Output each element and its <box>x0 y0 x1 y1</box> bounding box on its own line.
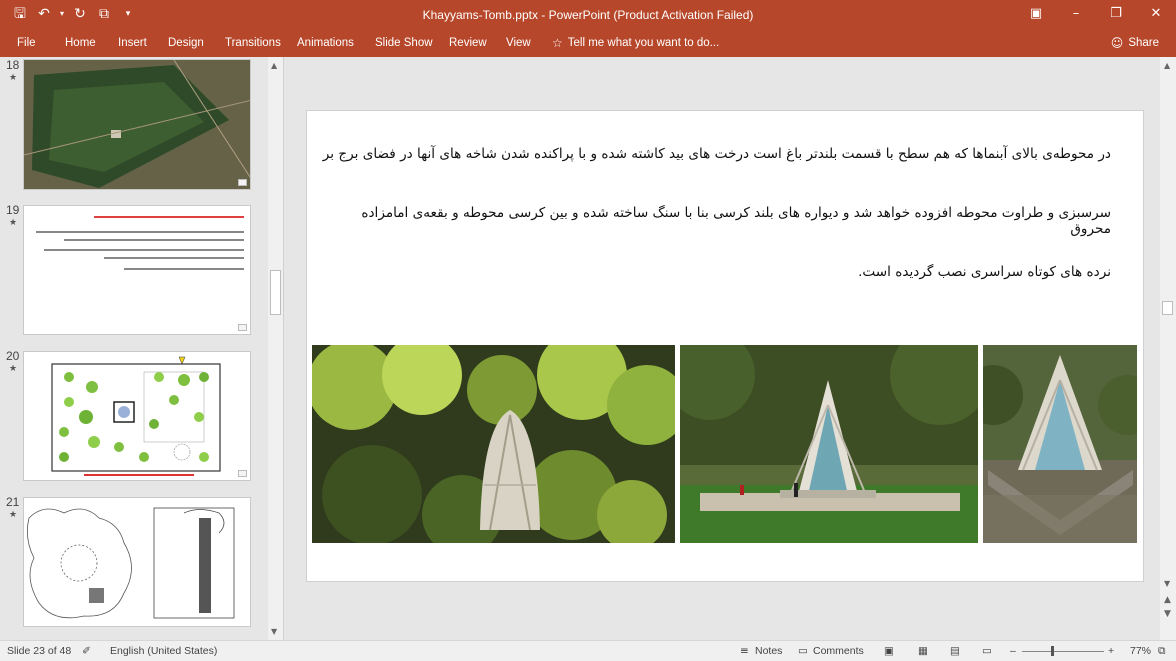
scroll-up-icon[interactable]: ▲ <box>271 61 277 70</box>
thumb-corner-icon <box>238 324 247 331</box>
reading-view-icon[interactable]: ▤ <box>950 645 960 657</box>
restore-icon[interactable]: ❐ <box>1096 0 1136 28</box>
animation-star-icon: ★ <box>9 72 18 82</box>
ribbon-tabs: File Home Insert Design Transitions Anim… <box>0 30 1176 57</box>
zoom-slider[interactable] <box>1022 651 1104 652</box>
zoom-in-icon[interactable]: + <box>1108 645 1114 657</box>
slide-text-line[interactable]: نرده های کوتاه سراسری نصب گردیده است. <box>321 264 1111 280</box>
share-button[interactable]: ☺ Share <box>1111 36 1159 50</box>
window-controls: ▣ – ❐ ✕ <box>1016 0 1176 28</box>
slide-text-line[interactable]: در محوطه‌ی بالای آبنماها که هم سطح با قس… <box>321 146 1111 162</box>
previous-slide-icon[interactable]: ▲ <box>1164 595 1171 605</box>
language-label[interactable]: English (United States) <box>110 645 217 657</box>
current-slide[interactable]: در محوطه‌ی بالای آبنماها که هم سطح با قس… <box>306 110 1144 582</box>
tab-home[interactable]: Home <box>65 37 96 49</box>
minimize-icon[interactable]: – <box>1056 0 1096 28</box>
tomb-aerial-photo[interactable] <box>312 345 675 543</box>
window-title: Khayyams-Tomb.pptx - PowerPoint (Product… <box>422 8 754 22</box>
thumb-number: 19 <box>6 203 20 217</box>
normal-view-icon[interactable]: ▣ <box>884 645 894 657</box>
thumb-corner-icon <box>238 470 247 477</box>
tab-review[interactable]: Review <box>449 37 487 49</box>
aerial-garden-image <box>24 60 250 189</box>
tab-animations[interactable]: Animations <box>297 37 354 49</box>
scroll-down-icon[interactable]: ▼ <box>1164 579 1170 588</box>
status-bar: Slide 23 of 48 ✐ English (United States)… <box>0 640 1176 661</box>
zoom-slider-handle[interactable] <box>1051 646 1054 656</box>
comments-button[interactable]: Comments <box>813 645 864 657</box>
share-label: Share <box>1128 37 1159 49</box>
thumb-number: 20 <box>6 349 20 363</box>
slideshow-view-icon[interactable]: ▭ <box>982 645 992 657</box>
slide-thumbnail-19[interactable] <box>23 205 251 335</box>
tomb-closeup-photo[interactable] <box>983 345 1137 543</box>
person-icon: ☺ <box>1110 36 1124 50</box>
site-plan-image <box>24 352 250 480</box>
tab-view[interactable]: View <box>506 37 531 49</box>
animation-star-icon: ★ <box>9 217 18 227</box>
slide-thumbnail-18[interactable] <box>23 59 251 190</box>
slide-sorter-icon[interactable]: ▦ <box>918 645 928 657</box>
spellcheck-icon[interactable]: ✐ <box>82 645 91 657</box>
slide-counter: Slide 23 of 48 <box>7 645 72 657</box>
slide-text-line[interactable]: سرسبزی و طراوت محوطه افزوده خواهد شد و د… <box>321 205 1111 237</box>
animation-star-icon: ★ <box>9 509 18 519</box>
notes-icon[interactable]: ≡ <box>740 645 749 657</box>
notes-button[interactable]: Notes <box>755 645 782 657</box>
tell-me-box[interactable]: ☆ Tell me what you want to do... <box>552 36 719 50</box>
tab-file[interactable]: File <box>17 37 36 49</box>
scroll-thumb[interactable] <box>1162 301 1173 315</box>
zoom-level[interactable]: 77% <box>1130 645 1151 657</box>
tomb-closeup-image <box>983 345 1137 543</box>
comments-icon[interactable]: ▭ <box>798 645 808 657</box>
animation-star-icon: ★ <box>9 363 18 373</box>
zoom-out-icon[interactable]: – <box>1010 645 1016 657</box>
close-icon[interactable]: ✕ <box>1136 0 1176 28</box>
tab-transitions[interactable]: Transitions <box>225 37 281 49</box>
slide-thumbnail-21[interactable] <box>23 497 251 627</box>
ribbon-display-icon[interactable]: ▣ <box>1016 0 1056 28</box>
plan-drawing-image <box>26 507 235 619</box>
scroll-thumb[interactable] <box>270 270 281 315</box>
scroll-down-icon[interactable]: ▼ <box>271 627 277 636</box>
slide-thumbnail-20[interactable] <box>23 351 251 481</box>
slide-editor: در محوطه‌ی بالای آبنماها که هم سطح با قس… <box>290 57 1160 640</box>
slide-thumbnails-pane: 18 ★ 19 ★ 20 ★ 21 ★ ▲ ▼ <box>0 57 284 640</box>
thumb-corner-icon <box>238 179 247 186</box>
tomb-aerial-image <box>312 345 675 543</box>
tomb-garden-image <box>680 345 978 543</box>
tell-me-text: Tell me what you want to do... <box>567 37 720 49</box>
fit-slide-icon[interactable]: ⧉ <box>1158 645 1166 658</box>
tomb-garden-photo[interactable] <box>680 345 978 543</box>
next-slide-icon[interactable]: ▼ <box>1164 609 1171 619</box>
tab-design[interactable]: Design <box>168 37 204 49</box>
tab-slide-show[interactable]: Slide Show <box>375 37 433 49</box>
thumb-number: 21 <box>6 495 20 509</box>
text-slide-preview <box>36 216 244 270</box>
editor-scrollbar[interactable]: ▲ ▼ ▲ ▼ <box>1160 57 1176 640</box>
thumb-number: 18 <box>6 58 20 72</box>
lightbulb-icon: ☆ <box>552 36 563 50</box>
tab-insert[interactable]: Insert <box>118 37 147 49</box>
scroll-up-icon[interactable]: ▲ <box>1164 61 1170 70</box>
title-bar: 🖫 ↶ ▾ ↻ ⧉ ▾ Khayyams-Tomb.pptx - PowerPo… <box>0 0 1176 30</box>
thumbnails-scrollbar[interactable]: ▲ ▼ <box>268 57 283 640</box>
